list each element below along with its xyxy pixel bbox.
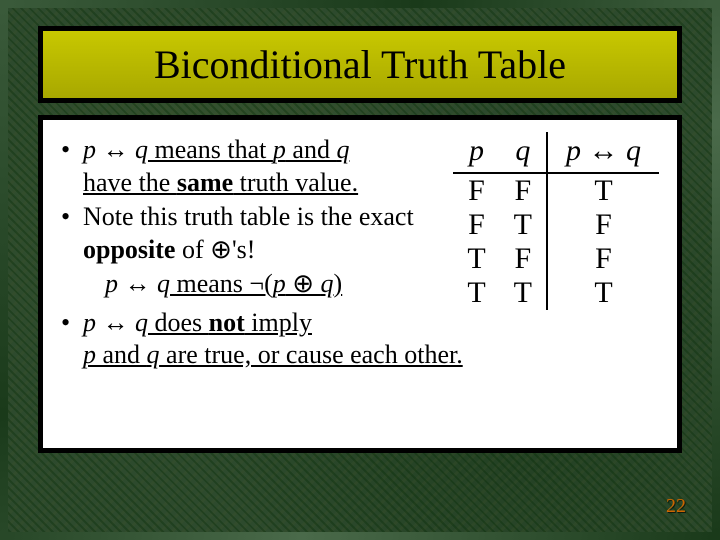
slide-body: p q p ↔ q F F T F T F T F <box>38 115 682 453</box>
col-p: p <box>453 132 499 173</box>
truth-table: p q p ↔ q F F T F T F T F <box>453 132 659 310</box>
bullet-2: • Note this truth table is the exact opp… <box>61 201 451 266</box>
slide-title-box: Biconditional Truth Table <box>38 26 682 103</box>
bullet-1: • p ↔ q means that p and q have the same… <box>61 134 451 199</box>
table-row: F F T <box>453 173 659 208</box>
table-row: T T T <box>453 276 659 310</box>
table-row: T F F <box>453 242 659 276</box>
col-q: q <box>500 132 547 173</box>
slide-title: Biconditional Truth Table <box>55 41 665 88</box>
table-row: F T F <box>453 208 659 242</box>
page-number: 22 <box>666 495 686 518</box>
col-piffq: p ↔ q <box>547 132 659 173</box>
bullet-3: • p ↔ q does not imply p and q are true,… <box>61 307 659 372</box>
